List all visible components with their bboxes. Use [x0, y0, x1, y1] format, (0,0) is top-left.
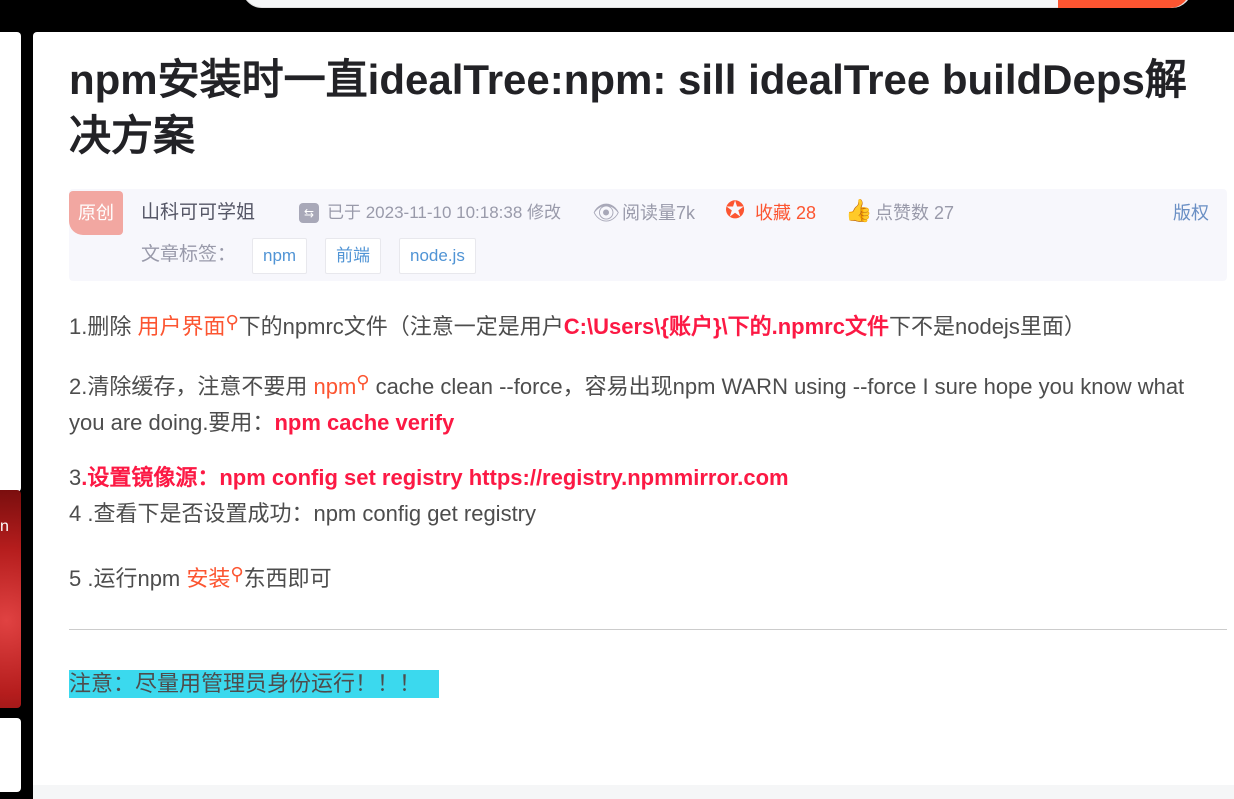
tag-nodejs[interactable]: node.js [399, 238, 476, 274]
favorite-button[interactable]: 收藏 28 [755, 201, 816, 225]
paragraph-step-1: 1.删除 用户界面⚲下的npmrc文件（注意一定是用户C:\Users\{账户}… [69, 304, 1189, 345]
left-sidebar-card-bottom [0, 718, 21, 792]
tag-npm[interactable]: npm [252, 238, 308, 274]
keyword-link[interactable]: 用户界面 [137, 314, 225, 339]
original-badge: 原创 [69, 191, 123, 235]
left-sidebar-ad[interactable]: n [0, 490, 21, 708]
tags-label: 文章标签： [141, 244, 237, 265]
divider [69, 629, 1227, 630]
edit-time: 已于 2023-11-10 10:18:38 修改 [327, 203, 562, 222]
top-search-button[interactable] [1058, 0, 1190, 8]
top-search-input[interactable] [242, 0, 1192, 8]
emphasis-text: npm cache verify [274, 410, 455, 435]
paragraph-step-5: 5 .运行npm 安装⚲东西即可 [69, 556, 1189, 597]
eye-icon: 👁 [592, 200, 620, 225]
keyword-link[interactable]: npm [313, 374, 356, 399]
left-sidebar-card [0, 32, 21, 492]
like-button[interactable]: 点赞数 27 [875, 201, 954, 225]
copyright-link[interactable]: 版权 [1173, 201, 1209, 225]
keyword-link[interactable]: 安装 [186, 566, 230, 591]
tag-frontend[interactable]: 前端 [325, 238, 381, 274]
article-meta: 原创 山科可可学姐 ⇆ 已于 2023-11-10 10:18:38 修改 👁 … [69, 189, 1227, 281]
article-footer-band [33, 785, 1234, 799]
article-title: npm安装时一直idealTree:npm: sill idealTree bu… [69, 56, 1187, 159]
like-icon[interactable]: 👍 [845, 199, 872, 223]
search-keyword-icon[interactable]: ⚲ [225, 304, 238, 340]
emphasis-text: C:\Users\{账户}\下的.npmrc文件 [563, 314, 889, 339]
emphasis-text: .设置镜像源：npm config set registry https://r… [81, 465, 789, 490]
search-keyword-icon[interactable]: ⚲ [230, 556, 243, 592]
search-keyword-icon[interactable]: ⚲ [356, 364, 369, 400]
article-panel: npm安装时一直idealTree:npm: sill idealTree bu… [33, 32, 1234, 799]
favorite-icon[interactable]: ✪ [725, 199, 745, 223]
paragraph-step-4: 4 .查看下是否设置成功：npm config get registry [69, 501, 537, 526]
author-link[interactable]: 山科可可学姐 [141, 201, 255, 225]
paragraph-step-3: 3.设置镜像源：npm config set registry https://… [69, 465, 789, 490]
paragraph-step-2: 2.清除缓存，注意不要用 npm⚲ cache clean --force，容易… [69, 364, 1189, 441]
edit-icon: ⇆ [299, 203, 319, 223]
highlighted-note: 注意：尽量用管理员身份运行！！！ [69, 670, 440, 698]
read-count: 阅读量7k [622, 203, 696, 223]
ad-text: n [0, 518, 9, 535]
